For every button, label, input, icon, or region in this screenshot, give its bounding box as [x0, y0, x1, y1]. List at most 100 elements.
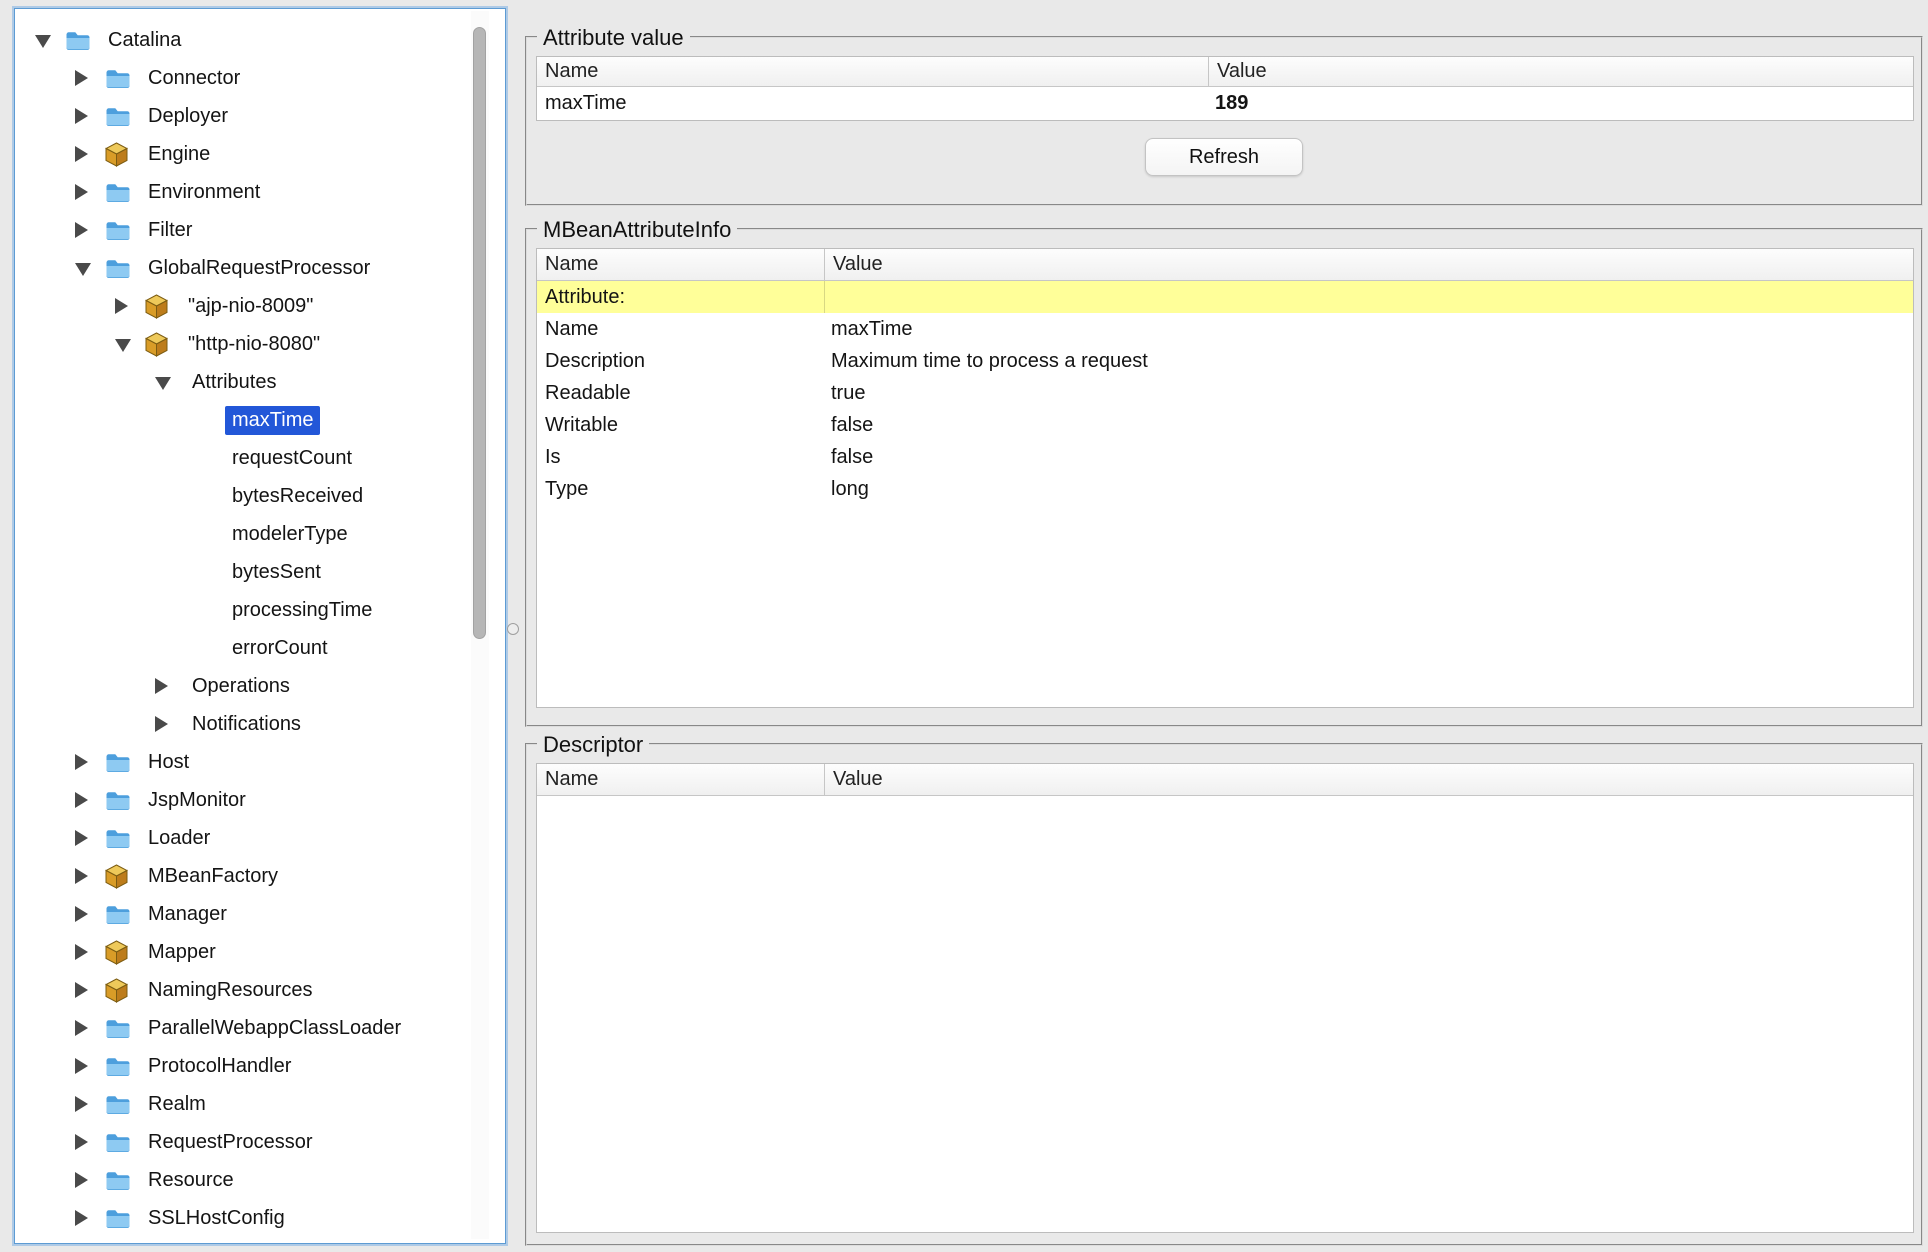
tree-item-mapper[interactable]: Mapper [15, 933, 469, 971]
tree-item-engine[interactable]: Engine [15, 135, 469, 173]
tree-item-sslhostconfig[interactable]: SSLHostConfig [15, 1199, 469, 1237]
tree-item-mbeanfactory[interactable]: MBeanFactory [15, 857, 469, 895]
tree-item-modelertype[interactable]: modelerType [15, 515, 469, 553]
tree-item-resource[interactable]: Resource [15, 1161, 469, 1199]
collapsed-arrow-icon[interactable] [75, 146, 105, 162]
expanded-arrow-icon[interactable] [155, 374, 185, 390]
table-row[interactable]: maxTime189 [537, 87, 1913, 120]
collapsed-arrow-icon[interactable] [75, 982, 105, 998]
tree-item-label: ProtocolHandler [141, 1052, 298, 1081]
table-row[interactable]: Readabletrue [537, 377, 1913, 409]
tree-item-loader[interactable]: Loader [15, 819, 469, 857]
collapsed-arrow-icon[interactable] [75, 1172, 105, 1188]
tree-item-label: Mapper [141, 938, 223, 967]
tree-item-jspmonitor[interactable]: JspMonitor [15, 781, 469, 819]
column-header-name[interactable]: Name [537, 57, 1209, 86]
collapsed-arrow-icon[interactable] [75, 754, 105, 770]
cell-value: true [825, 377, 1913, 409]
tree-item-manager[interactable]: Manager [15, 895, 469, 933]
collapsed-arrow-icon[interactable] [75, 906, 105, 922]
collapsed-arrow-icon[interactable] [75, 1210, 105, 1226]
collapsed-arrow-icon[interactable] [75, 830, 105, 846]
table-row[interactable]: Attribute: [537, 281, 1913, 313]
tree-item-attributes[interactable]: Attributes [15, 363, 469, 401]
collapsed-arrow-icon[interactable] [75, 70, 105, 86]
table-row[interactable]: Isfalse [537, 441, 1913, 473]
collapsed-arrow-icon[interactable] [75, 792, 105, 808]
folder-icon [105, 752, 141, 773]
collapsed-arrow-icon[interactable] [155, 716, 185, 732]
tree-item-realm[interactable]: Realm [15, 1085, 469, 1123]
collapsed-arrow-icon[interactable] [75, 108, 105, 124]
tree-item-connector[interactable]: Connector [15, 59, 469, 97]
mbean-icon [145, 294, 181, 319]
column-header-name[interactable]: Name [537, 249, 825, 280]
refresh-button[interactable]: Refresh [1145, 138, 1303, 176]
expanded-arrow-icon[interactable] [115, 336, 145, 352]
tree-item-label: "ajp-nio-8009" [181, 292, 320, 321]
tree-item-filter[interactable]: Filter [15, 211, 469, 249]
cell-name: Description [537, 345, 825, 377]
tree-item-label: bytesSent [225, 558, 328, 587]
column-header-value[interactable]: Value [1209, 57, 1913, 86]
cell-name: Writable [537, 409, 825, 441]
column-header-value[interactable]: Value [825, 764, 1913, 795]
table-header-row: NameValue [537, 57, 1913, 87]
table-row[interactable]: NamemaxTime [537, 313, 1913, 345]
tree-scrollbar-thumb[interactable] [473, 27, 486, 639]
tree-item-notifications[interactable]: Notifications [15, 705, 469, 743]
collapsed-arrow-icon[interactable] [75, 944, 105, 960]
tree-item-deployer[interactable]: Deployer [15, 97, 469, 135]
tree-item-processingtime[interactable]: processingTime [15, 591, 469, 629]
table-body: maxTime189 [537, 87, 1913, 120]
collapsed-arrow-icon[interactable] [75, 1058, 105, 1074]
mbean-attribute-info-group: MBeanAttributeInfo NameValueAttribute:Na… [525, 228, 1923, 727]
tree-item-maxtime[interactable]: maxTime [15, 401, 469, 439]
table-header-row: NameValue [537, 249, 1913, 281]
table-row[interactable]: Writablefalse [537, 409, 1913, 441]
column-header-value[interactable]: Value [825, 249, 1913, 280]
tree-item-globalrequestprocessor[interactable]: GlobalRequestProcessor [15, 249, 469, 287]
tree-item-errorcount[interactable]: errorCount [15, 629, 469, 667]
collapsed-arrow-icon[interactable] [75, 868, 105, 884]
tree-item-operations[interactable]: Operations [15, 667, 469, 705]
group-title: Descriptor [537, 731, 649, 759]
tree-item-bytessent[interactable]: bytesSent [15, 553, 469, 591]
collapsed-arrow-icon[interactable] [75, 222, 105, 238]
descriptor-table: NameValue [536, 763, 1914, 1233]
collapsed-arrow-icon[interactable] [75, 1020, 105, 1036]
expanded-arrow-icon[interactable] [35, 32, 65, 48]
tree-item-label: Manager [141, 900, 234, 929]
tree-item-host[interactable]: Host [15, 743, 469, 781]
folder-icon [105, 182, 141, 203]
tree-item-label: Deployer [141, 102, 235, 131]
tree-item-label: Filter [141, 216, 199, 245]
collapsed-arrow-icon[interactable] [75, 1096, 105, 1112]
collapsed-arrow-icon[interactable] [115, 298, 145, 314]
collapsed-arrow-icon[interactable] [75, 184, 105, 200]
tree-item-namingresources[interactable]: NamingResources [15, 971, 469, 1009]
folder-icon [105, 68, 141, 89]
tree-item-protocolhandler[interactable]: ProtocolHandler [15, 1047, 469, 1085]
tree-item-http-nio-8080[interactable]: "http-nio-8080" [15, 325, 469, 363]
tree-item-bytesreceived[interactable]: bytesReceived [15, 477, 469, 515]
tree-item-label: bytesReceived [225, 482, 370, 511]
tree-item-requestprocessor[interactable]: RequestProcessor [15, 1123, 469, 1161]
tree-item-environment[interactable]: Environment [15, 173, 469, 211]
folder-icon [105, 1208, 141, 1229]
tree-item-parallelwebappclassloader[interactable]: ParallelWebappClassLoader [15, 1009, 469, 1047]
collapsed-arrow-icon[interactable] [75, 1134, 105, 1150]
tree-item-label: modelerType [225, 520, 355, 549]
tree-item-ajp-nio-8009[interactable]: "ajp-nio-8009" [15, 287, 469, 325]
mbean-tree: CatalinaConnector Deployer EngineEnvironme… [15, 21, 469, 1237]
collapsed-arrow-icon[interactable] [155, 678, 185, 694]
tree-item-catalina[interactable]: Catalina [15, 21, 469, 59]
folder-icon [105, 1132, 141, 1153]
tree-scrollbar[interactable] [471, 11, 489, 1239]
splitter-handle[interactable] [507, 623, 519, 635]
tree-item-requestcount[interactable]: requestCount [15, 439, 469, 477]
table-row[interactable]: Typelong [537, 473, 1913, 505]
table-row[interactable]: DescriptionMaximum time to process a req… [537, 345, 1913, 377]
expanded-arrow-icon[interactable] [75, 260, 105, 276]
column-header-name[interactable]: Name [537, 764, 825, 795]
